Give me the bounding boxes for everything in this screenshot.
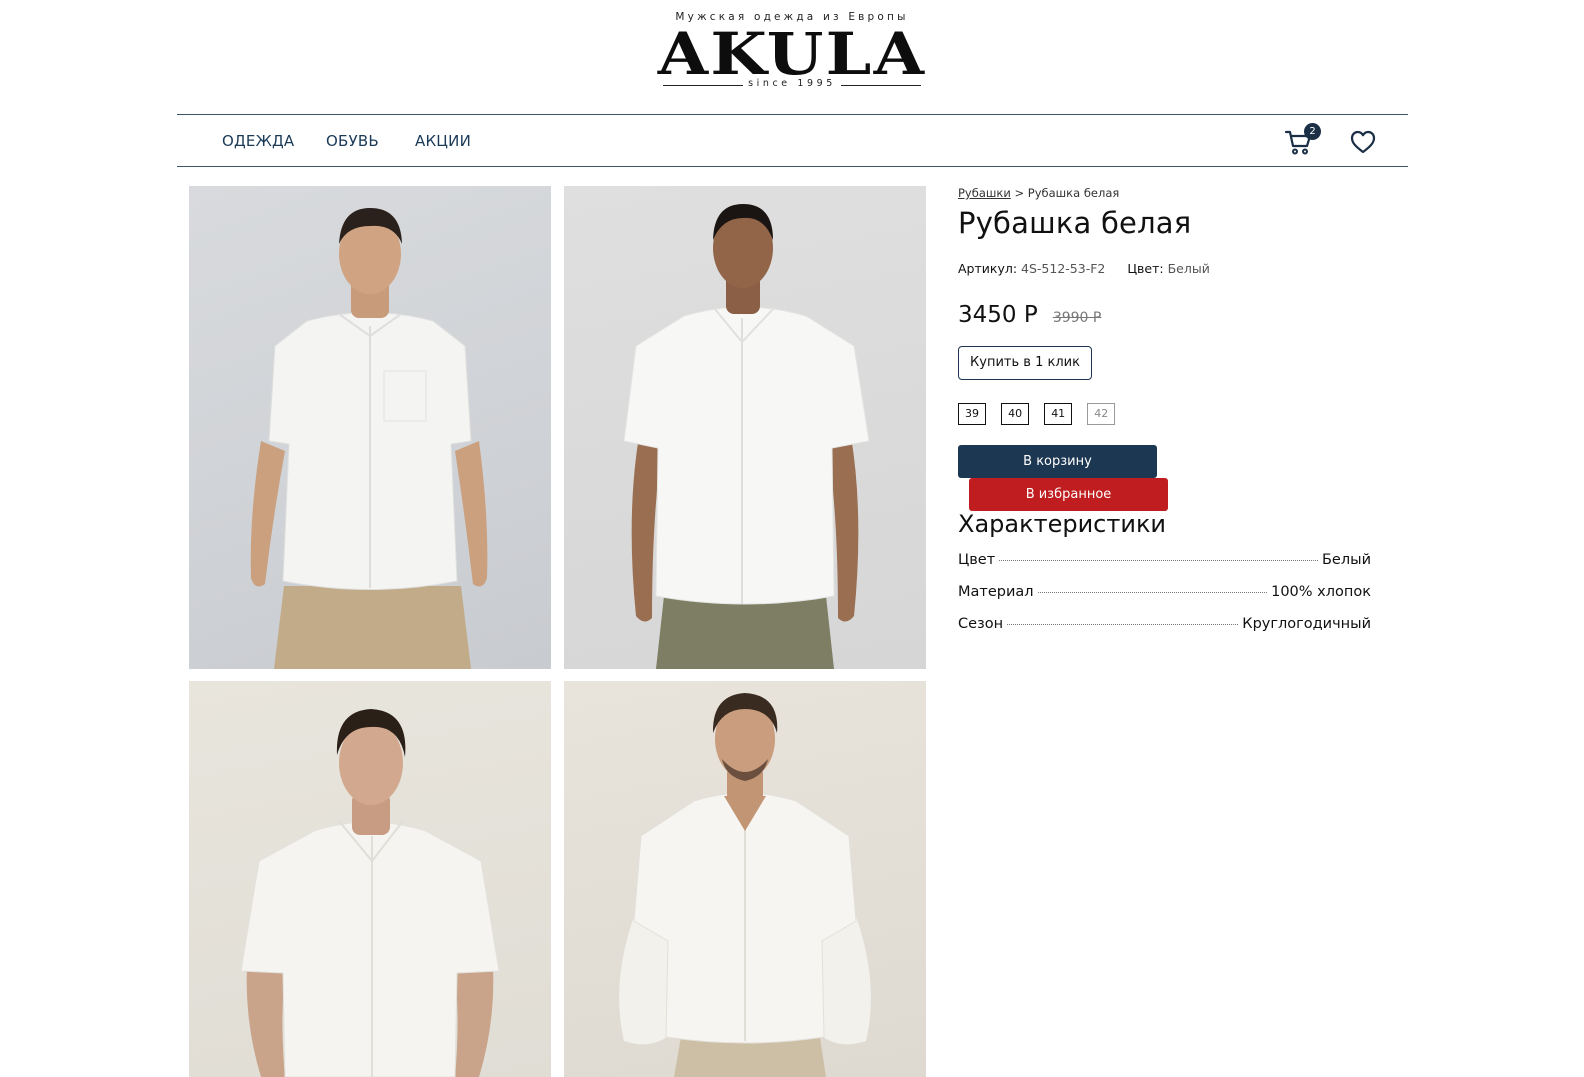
product-meta: Артикул: 4S-512-53-F2 Цвет: Белый: [958, 261, 1371, 276]
spec-row: Сезон Круглогодичный: [958, 616, 1371, 648]
size-selector: 39 40 41 42: [958, 402, 1371, 425]
product-info: Рубашки > Рубашка белая Рубашка белая Ар…: [958, 186, 1371, 648]
brand-logo[interactable]: Мужская одежда из Европы AKULA since 199…: [0, 0, 1584, 110]
price-old: 3990 Р: [1052, 310, 1102, 326]
specs-title: Характеристики: [958, 510, 1167, 538]
specs-list: Цвет Белый Материал 100% хлопок Сезон Кр…: [958, 552, 1371, 648]
spec-name: Материал: [958, 584, 1034, 600]
heart-icon: [1350, 130, 1376, 154]
spec-leader-dots: [1007, 624, 1239, 625]
divider: [841, 85, 921, 86]
breadcrumb-current: Рубашка белая: [1027, 186, 1120, 200]
spec-value: Белый: [1321, 552, 1371, 568]
spec-leader-dots: [1037, 592, 1268, 593]
breadcrumb-separator: >: [1014, 186, 1025, 200]
add-to-favorites-button[interactable]: В избранное: [969, 478, 1168, 511]
spec-leader-dots: [999, 560, 1318, 561]
price-row: 3450 Р 3990 Р: [958, 302, 1371, 332]
product-photo-3[interactable]: [189, 681, 551, 1077]
product-photo-4[interactable]: [564, 681, 926, 1077]
nav-item-promotions[interactable]: АКЦИИ: [415, 132, 471, 150]
color-label: Цвет:: [1127, 261, 1164, 276]
product-photo-2[interactable]: [564, 186, 926, 669]
model-illustration: [240, 709, 500, 1077]
price-current: 3450 Р: [958, 302, 1038, 328]
model-illustration: [623, 204, 870, 669]
size-option-41[interactable]: 41: [1044, 403, 1073, 425]
add-to-cart-button[interactable]: В корзину: [958, 445, 1157, 478]
nav-item-clothing[interactable]: ОДЕЖДА: [222, 132, 294, 150]
size-option-42[interactable]: 42: [1087, 403, 1116, 425]
buy-one-click-button[interactable]: Купить в 1 клик: [958, 346, 1092, 380]
product-title: Рубашка белая: [958, 206, 1192, 240]
spec-value: 100% хлопок: [1271, 584, 1371, 600]
cart-button[interactable]: 2: [1284, 123, 1321, 159]
color-value: Белый: [1167, 261, 1210, 276]
article-value: 4S-512-53-F2: [1021, 261, 1106, 276]
brand-since: since 1995: [748, 78, 836, 89]
cart-count-badge: 2: [1304, 123, 1321, 140]
article-label: Артикул:: [958, 261, 1018, 276]
product-actions: В корзину В избранное: [958, 445, 1371, 511]
breadcrumb: Рубашки > Рубашка белая: [958, 186, 1371, 200]
nav-item-shoes[interactable]: ОБУВЬ: [326, 132, 379, 150]
brand-name: AKULA: [657, 20, 927, 88]
spec-name: Цвет: [958, 552, 996, 568]
main-nav: ОДЕЖДА ОБУВЬ АКЦИИ 2: [177, 114, 1408, 167]
spec-name: Сезон: [958, 616, 1004, 632]
size-option-39[interactable]: 39: [958, 403, 986, 425]
favorites-button[interactable]: [1349, 128, 1377, 156]
brand-since-row: since 1995: [663, 78, 921, 92]
spec-value: Круглогодичный: [1242, 616, 1371, 632]
spec-row: Материал 100% хлопок: [958, 584, 1371, 616]
breadcrumb-category-link[interactable]: Рубашки: [958, 186, 1011, 200]
spec-row: Цвет Белый: [958, 552, 1371, 584]
model-illustration: [619, 693, 871, 1077]
product-photo-1[interactable]: [189, 186, 551, 669]
size-option-40[interactable]: 40: [1001, 403, 1030, 425]
model-illustration: [250, 208, 488, 669]
